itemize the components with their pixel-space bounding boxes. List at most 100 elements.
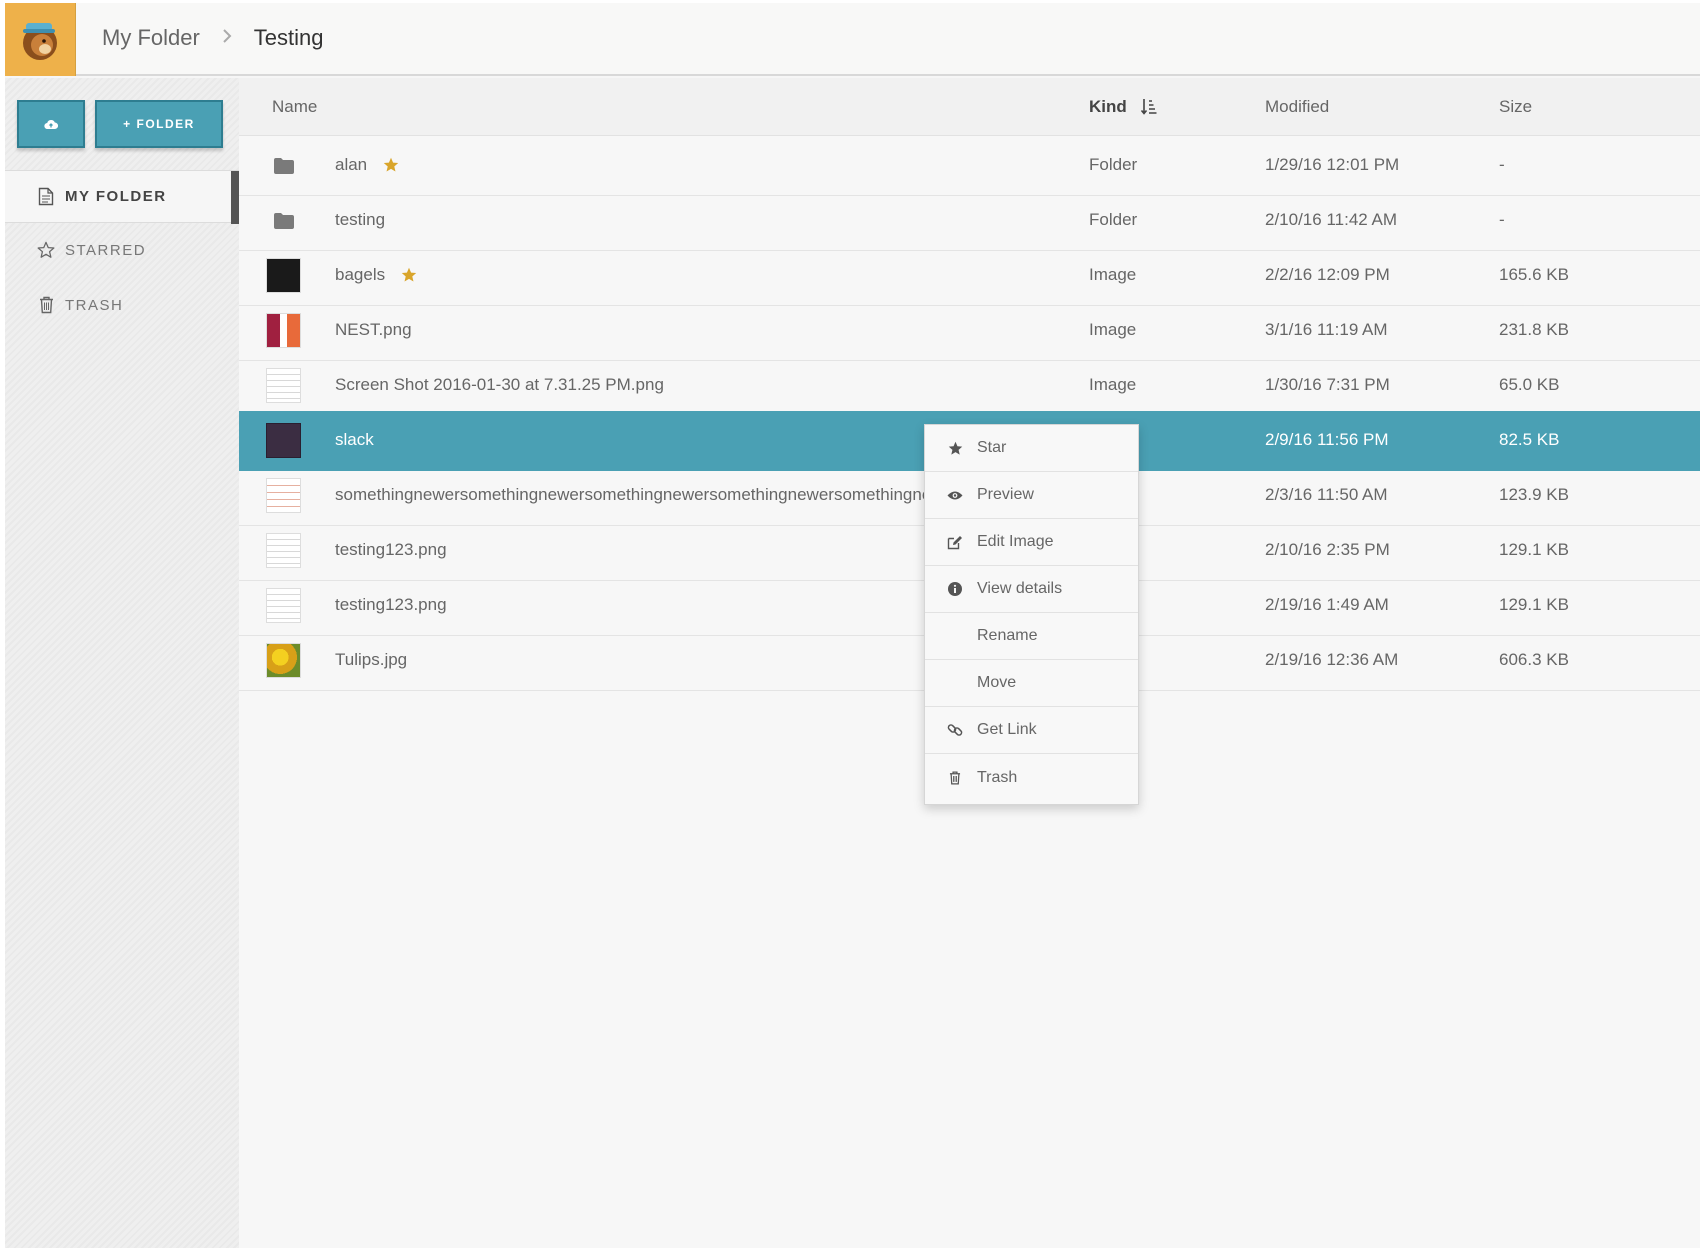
file-name-text: somethingnewersomethingnewersomethingnew… (335, 485, 977, 504)
starred-icon (383, 157, 399, 173)
file-name-text: bagels (335, 265, 386, 284)
file-name: testing (335, 210, 385, 230)
table-row[interactable]: testing Folder 2/10/16 11:42 AM - (239, 191, 1700, 251)
table-row[interactable]: NEST.png Image 3/1/16 11:19 AM 231.8 KB (239, 301, 1700, 361)
file-modified: 2/9/16 11:56 PM (1265, 430, 1389, 449)
file-modified: 2/3/16 11:50 AM (1265, 485, 1388, 504)
file-modified: 2/10/16 11:42 AM (1265, 210, 1398, 229)
file-size: 82.5 KB (1499, 430, 1560, 449)
file-name-text: testing (335, 210, 386, 229)
file-name-text: testing123.png (335, 595, 447, 614)
file-kind: Folder (1089, 210, 1138, 229)
table-row[interactable]: alan Folder 1/29/16 12:01 PM - (239, 136, 1700, 196)
file-size: 129.1 KB (1499, 595, 1569, 614)
column-header-name[interactable]: Name (272, 97, 317, 117)
menu-item-label: Star (977, 439, 1007, 456)
menu-item-move[interactable]: Move (925, 660, 1138, 707)
star-icon (947, 440, 963, 456)
breadcrumb-current: Testing (253, 25, 324, 50)
folder-icon (266, 203, 301, 238)
file-name-text: Tulips.jpg (335, 650, 408, 669)
file-name-text: slack (335, 430, 374, 449)
table-row[interactable]: Screen Shot 2016-01-30 at 7.31.25 PM.png… (239, 356, 1700, 416)
star-outline-icon (37, 240, 55, 260)
chevron-right-icon (222, 27, 232, 50)
file-name-text: Screen Shot 2016-01-30 at 7.31.25 PM.png (335, 375, 664, 394)
context-menu: Star Preview Edit Image View details Ren… (924, 424, 1139, 805)
image-thumbnail (266, 423, 301, 458)
file-size: 129.1 KB (1499, 540, 1569, 559)
file-size: - (1499, 155, 1505, 174)
file-size: 606.3 KB (1499, 650, 1569, 669)
breadcrumb-parent[interactable]: My Folder (102, 25, 200, 51)
sidebar-item-starred[interactable]: STARRED (5, 225, 239, 275)
file-size: - (1499, 210, 1505, 229)
folder-icon (266, 148, 301, 183)
menu-item-label: Rename (977, 627, 1038, 644)
trash-icon (947, 770, 963, 786)
sort-ascending-icon (1140, 99, 1157, 115)
column-header-kind-label: Kind (1089, 97, 1127, 116)
file-name: slack (335, 430, 374, 450)
file-name-text: NEST.png (335, 320, 412, 339)
menu-item-get-link[interactable]: Get Link (925, 707, 1138, 754)
image-thumbnail (266, 258, 301, 293)
menu-item-label: Move (977, 674, 1017, 691)
file-name: bagels (335, 265, 417, 285)
image-thumbnail (266, 313, 301, 348)
menu-item-rename[interactable]: Rename (925, 613, 1138, 660)
menu-item-label: Trash (977, 768, 1018, 786)
lion-logo-icon (23, 22, 57, 60)
column-header-kind[interactable]: Kind (1089, 97, 1157, 117)
file-kind: Folder (1089, 155, 1138, 174)
file-size: 65.0 KB (1499, 375, 1560, 394)
new-folder-button[interactable]: + FOLDER (95, 100, 223, 148)
menu-item-label: View details (977, 580, 1063, 597)
table-row[interactable]: bagels Image 2/2/16 12:09 PM 165.6 KB (239, 246, 1700, 306)
file-name: alan (335, 155, 399, 175)
sidebar-item-my-folder[interactable]: MY FOLDER (5, 170, 239, 224)
column-header-modified[interactable]: Modified (1265, 97, 1329, 117)
menu-item-edit-image[interactable]: Edit Image (925, 519, 1138, 566)
file-size: 165.6 KB (1499, 265, 1569, 284)
file-name-text: testing123.png (335, 540, 447, 559)
file-modified: 2/10/16 2:35 PM (1265, 540, 1390, 559)
trash-icon (37, 295, 55, 315)
file-kind: Image (1089, 375, 1137, 394)
image-thumbnail (266, 533, 301, 568)
app-logo[interactable] (5, 3, 76, 76)
menu-item-preview[interactable]: Preview (925, 472, 1138, 519)
file-size: 123.9 KB (1499, 485, 1569, 504)
menu-item-label: Edit Image (977, 533, 1054, 550)
link-icon (947, 722, 963, 738)
menu-item-view-details[interactable]: View details (925, 566, 1138, 613)
file-modified: 3/1/16 11:19 AM (1265, 320, 1388, 339)
document-icon (37, 187, 55, 207)
file-kind: Image (1089, 265, 1137, 284)
upload-button[interactable] (17, 100, 85, 148)
file-name: NEST.png (335, 320, 412, 340)
menu-item-trash[interactable]: Trash (925, 754, 1138, 801)
sidebar-item-label: MY FOLDER (65, 188, 167, 205)
column-header-size[interactable]: Size (1499, 97, 1532, 117)
breadcrumb: My Folder Testing (102, 25, 324, 51)
image-thumbnail (266, 478, 301, 513)
file-name: Screen Shot 2016-01-30 at 7.31.25 PM.png (335, 375, 664, 395)
file-size: 231.8 KB (1499, 320, 1569, 339)
sidebar-item-label: TRASH (65, 296, 124, 314)
eye-icon (947, 487, 963, 503)
sidebar-item-trash[interactable]: TRASH (5, 280, 239, 330)
menu-item-star[interactable]: Star (925, 425, 1138, 472)
file-name: testing123.png (335, 595, 447, 615)
file-modified: 2/2/16 12:09 PM (1265, 265, 1390, 284)
starred-icon (401, 267, 417, 283)
file-modified: 2/19/16 1:49 AM (1265, 595, 1389, 614)
edit-icon (947, 534, 963, 550)
file-name-text: alan (335, 155, 368, 174)
sidebar: + FOLDER MY FOLDER STARRED TRASH (5, 78, 239, 1248)
info-icon (947, 581, 963, 597)
menu-item-label: Preview (977, 486, 1034, 503)
file-modified: 1/30/16 7:31 PM (1265, 375, 1390, 394)
menu-item-label: Get Link (977, 721, 1037, 738)
file-name: Tulips.jpg (335, 650, 407, 670)
